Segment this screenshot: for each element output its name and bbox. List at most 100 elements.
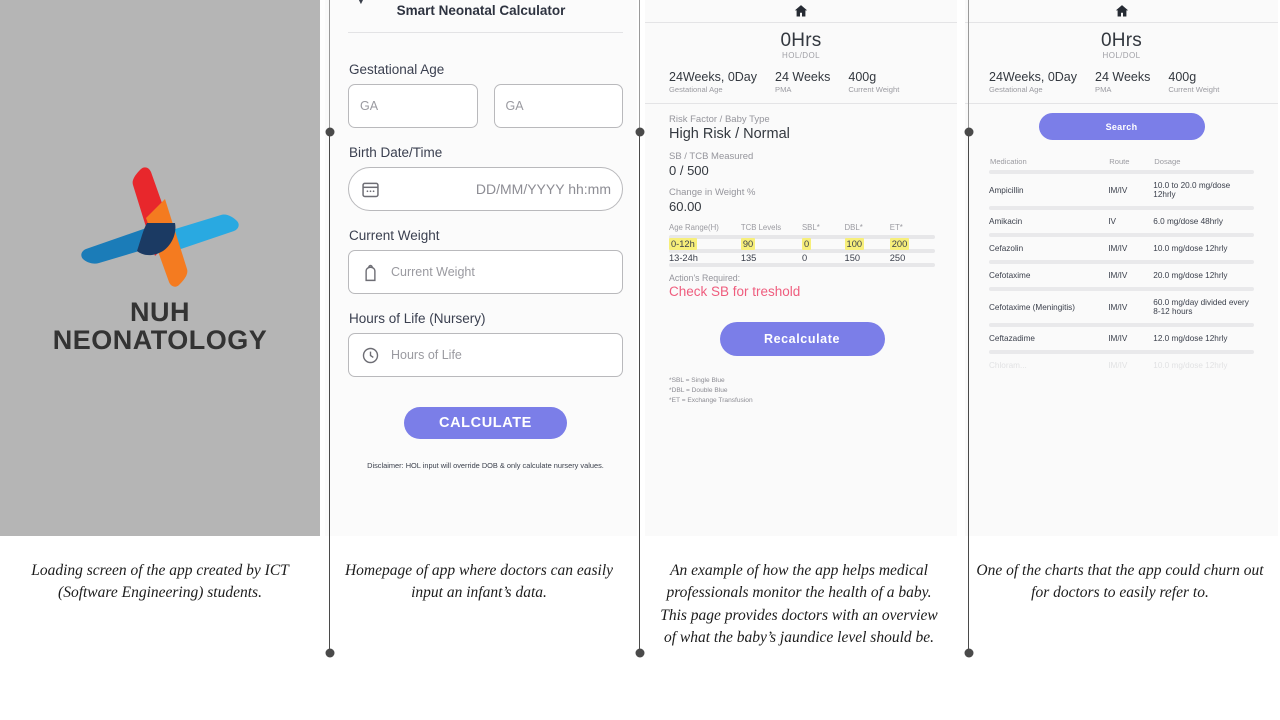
cell-medication: Amikacin xyxy=(989,217,1023,226)
calendar-icon xyxy=(360,179,381,200)
connector-dot-top-3 xyxy=(964,127,973,137)
cell-dosage: 10.0 to 20.0 mg/dose 12hrly xyxy=(1153,181,1231,199)
hours-of-life-input[interactable]: Hours of Life xyxy=(348,333,623,377)
logo-line-1: NUH xyxy=(130,297,190,327)
ga-days-placeholder: GA xyxy=(505,99,524,113)
cell-text: 200 xyxy=(889,238,910,250)
table-row[interactable]: Ceftazadime IM/IV 12.0 mg/dose 12hrly xyxy=(989,327,1254,350)
cell-text: 250 xyxy=(889,253,906,263)
footnotes: *SBL = Single Blue *DBL = Double Blue *E… xyxy=(669,376,935,407)
hol-caption: HOL/DOL xyxy=(782,51,820,60)
summary-key: Change in Weight % xyxy=(669,187,756,198)
label-gestational-age: Gestational Age xyxy=(349,62,445,77)
medication-body: Search Medication Route Dosage Ampicilli… xyxy=(965,104,1278,536)
table-row[interactable]: 13-24h 135 0 150 250 xyxy=(669,253,935,263)
footnote-et: *ET = Exchange Transfusion xyxy=(669,397,753,405)
nuh-pinwheel-logo-icon xyxy=(77,163,243,291)
panel-medication-chart: 0Hrs HOL/DOL 24Weeks, 0Day Gestational A… xyxy=(965,0,1278,536)
recalculate-button[interactable]: Recalculate xyxy=(719,322,885,356)
vital-value: 400g xyxy=(1168,70,1197,84)
connector-dot-bottom-1 xyxy=(325,648,334,658)
cell-et: 200 xyxy=(889,238,935,250)
app-title: Smart Neonatal Calculator xyxy=(396,3,566,18)
summary-weight-change: Change in Weight % 60.00 xyxy=(669,187,935,214)
cell-dosage: 10.0 mg/dose 12hrly xyxy=(1153,361,1228,370)
vital-value: 24 Weeks xyxy=(775,70,831,84)
panel-homepage: ▼ Smart Neonatal Calculator Gestational … xyxy=(325,0,637,536)
table-row[interactable]: Cefotaxime IM/IV 20.0 mg/dose 12hrly xyxy=(989,264,1254,287)
table-divider-row xyxy=(669,263,935,267)
vital-key: Current Weight xyxy=(1168,85,1220,94)
col-et: ET* xyxy=(889,223,903,232)
connector-dot-bottom-2 xyxy=(635,648,644,658)
vital-value: 400g xyxy=(848,70,877,84)
connector-line-2 xyxy=(639,132,640,653)
table-row[interactable]: Ampicillin IM/IV 10.0 to 20.0 mg/dose 12… xyxy=(989,174,1254,206)
search-button[interactable]: Search xyxy=(1038,113,1205,140)
medication-screen: 0Hrs HOL/DOL 24Weeks, 0Day Gestational A… xyxy=(965,0,1278,536)
caption-jaundice: An example of how the app helps medical … xyxy=(660,562,938,647)
cell-route: IM/IV xyxy=(1108,334,1128,343)
search-row: Search xyxy=(965,113,1278,140)
cell-text: 0 xyxy=(801,238,812,250)
cell-dosage: 20.0 mg/dose 12hrly xyxy=(1153,271,1228,280)
cell-text: 150 xyxy=(844,253,861,263)
table-head: Age Range(H) TCB Levels SBL* DBL* ET* xyxy=(669,223,935,235)
panel-jaundice-overview: 0Hrs HOL/DOL 24Weeks, 0Day Gestational A… xyxy=(645,0,957,536)
cell-medication: Chloram... xyxy=(989,361,1027,370)
vital-value: 24 Weeks xyxy=(1095,70,1151,84)
cell-tcb: 135 xyxy=(741,253,802,263)
caption-loading-screen: Loading screen of the app created by ICT… xyxy=(31,562,289,602)
cell-dosage: 6.0 mg/dose 48hrly xyxy=(1153,217,1223,226)
screenshot-stage: NUH NEONATOLOGY ▼ Smart Neonatal Calcula… xyxy=(0,0,1280,720)
calculate-button[interactable]: CALCULATE xyxy=(404,407,567,439)
table-header-row: Medication Route Dosage xyxy=(989,156,1254,170)
row-divider xyxy=(669,263,935,267)
vital-key: PMA xyxy=(775,85,792,94)
jaundice-vitals: 0Hrs HOL/DOL 24Weeks, 0Day Gestational A… xyxy=(645,23,957,103)
action-required-value: Check SB for treshold xyxy=(669,284,801,299)
table-row[interactable]: Cefazolin IM/IV 10.0 mg/dose 12hrly xyxy=(989,237,1254,260)
vital-key: PMA xyxy=(1095,85,1112,94)
hol-value: 0Hrs xyxy=(1101,30,1142,51)
cell-dosage: 60.0 mg/day divided every 8-12 hours xyxy=(1153,298,1249,316)
logo-wrap xyxy=(0,163,320,291)
cell-age-range: 0-12h xyxy=(669,238,741,250)
vital-current-weight: 400g Current Weight xyxy=(1168,70,1219,94)
birth-datetime-input[interactable]: DD/MM/YYYY hh:mm xyxy=(348,167,623,211)
vital-pma: 24 Weeks PMA xyxy=(1095,70,1150,94)
table-row[interactable]: Amikacin IV 6.0 mg/dose 48hrly xyxy=(989,210,1254,233)
connector-line-3 xyxy=(968,132,969,653)
home-icon[interactable] xyxy=(1114,3,1130,19)
summary-value: 60.00 xyxy=(669,199,702,214)
clock-icon xyxy=(360,345,381,366)
caption-homepage: Homepage of app where doctors can easily… xyxy=(344,562,614,602)
home-icon[interactable] xyxy=(793,3,809,19)
vital-key: Gestational Age xyxy=(989,85,1043,94)
cell-route: IM/IV xyxy=(1108,244,1128,253)
medication-vitals: 0Hrs HOL/DOL 24Weeks, 0Day Gestational A… xyxy=(965,23,1278,103)
cell-dbl: 150 xyxy=(845,253,890,263)
jaundice-body: Risk Factor / Baby Type High Risk / Norm… xyxy=(645,104,957,407)
connector-dot-top-2 xyxy=(635,127,644,137)
table-row[interactable]: Cefotaxime (Meningitis) IM/IV 60.0 mg/da… xyxy=(989,291,1254,323)
cell-route: IV xyxy=(1108,217,1116,226)
caption-medication-chart: One of the charts that the app could chu… xyxy=(976,562,1264,602)
birth-datetime-placeholder: DD/MM/YYYY hh:mm xyxy=(475,181,611,197)
cell-route: IM/IV xyxy=(1108,185,1128,195)
table-body: 0-12h 90 0 100 200 13-24h 135 0 150 250 xyxy=(669,235,935,267)
ga-days-input[interactable]: GA xyxy=(493,84,623,128)
table-row-clipped[interactable]: Chloram... IM/IV 10.0 mg/dose 12hrly xyxy=(989,354,1254,377)
current-weight-input[interactable]: Current Weight xyxy=(348,250,623,294)
splash-background: NUH NEONATOLOGY xyxy=(0,0,320,536)
cell-route: IM/IV xyxy=(1108,361,1128,370)
table-row[interactable]: 0-12h 90 0 100 200 xyxy=(669,238,935,250)
ga-weeks-input[interactable]: GA xyxy=(348,84,478,128)
home-screen: ▼ Smart Neonatal Calculator Gestational … xyxy=(325,0,637,536)
cell-dosage: 12.0 mg/dose 12hrly xyxy=(1153,334,1228,343)
cell-sbl: 0 xyxy=(802,253,845,263)
cell-et: 250 xyxy=(890,253,935,263)
weight-icon xyxy=(360,262,381,283)
vital-key: Gestational Age xyxy=(669,85,723,94)
label-birth-datetime: Birth Date/Time xyxy=(349,145,443,160)
